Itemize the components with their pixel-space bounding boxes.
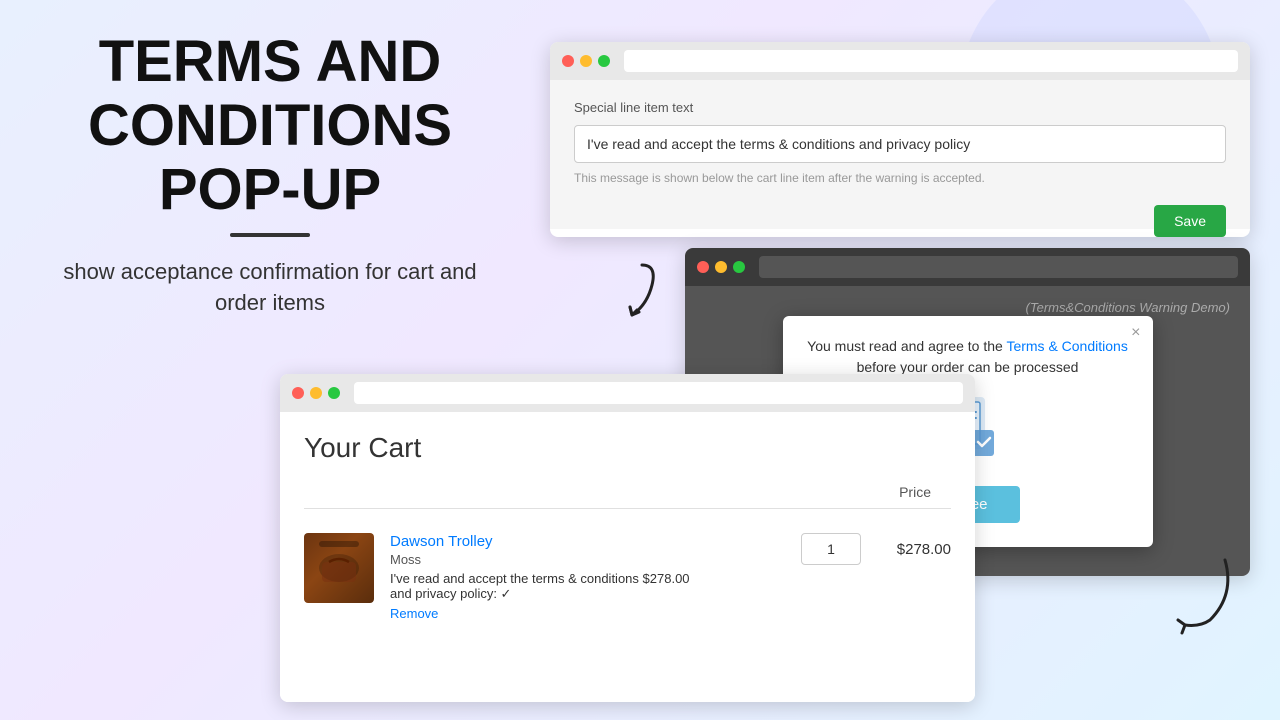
cart-header-row: Price — [304, 484, 951, 509]
line-item-text: I've read and accept the terms & conditi… — [390, 571, 639, 586]
price-column-header: Price — [899, 484, 931, 500]
dot-green-settings[interactable] — [598, 55, 610, 67]
settings-address-bar[interactable] — [624, 50, 1238, 72]
dot-yellow-popup[interactable] — [715, 261, 727, 273]
cart-title: Your Cart — [304, 432, 951, 464]
title-line1: TERMS AND — [99, 29, 442, 94]
modal-close-button[interactable]: × — [1131, 324, 1140, 342]
product-line-item-text: I've read and accept the terms & conditi… — [390, 571, 785, 602]
line-item-suffix: and privacy policy: ✓ — [390, 586, 511, 601]
settings-hint-text: This message is shown below the cart lin… — [574, 171, 1226, 185]
settings-line-item-input[interactable] — [574, 125, 1226, 163]
quantity-input[interactable] — [801, 533, 861, 565]
product-name: Dawson Trolley — [390, 533, 785, 550]
product-info: Dawson Trolley Moss I've read and accept… — [390, 533, 785, 621]
item-price: $278.00 — [881, 541, 951, 558]
bag-strap — [319, 541, 359, 547]
main-title: TERMS AND CONDITIONS POP-UP — [40, 30, 500, 221]
dot-green-cart[interactable] — [328, 387, 340, 399]
settings-content: Special line item text This message is s… — [550, 80, 1250, 229]
settings-browser-window: Special line item text This message is s… — [550, 42, 1250, 237]
dot-yellow-settings[interactable] — [580, 55, 592, 67]
title-underline — [230, 233, 310, 237]
left-panel: TERMS AND CONDITIONS POP-UP show accepta… — [40, 30, 500, 319]
terms-conditions-link[interactable]: Terms & Conditions — [1006, 338, 1127, 354]
settings-browser-bar — [550, 42, 1250, 80]
modal-message: You must read and agree to the Terms & C… — [807, 336, 1129, 378]
product-variant: Moss — [390, 552, 785, 567]
curl-arrow-icon — [592, 255, 662, 340]
cart-browser-window: Your Cart Price Dawson Trolley Moss — [280, 374, 975, 702]
subtitle: show acceptance confirmation for cart an… — [40, 257, 500, 319]
cart-content: Your Cart Price Dawson Trolley Moss — [280, 412, 975, 702]
dot-red-cart[interactable] — [292, 387, 304, 399]
demo-label: (Terms&Conditions Warning Demo) — [1026, 300, 1230, 315]
popup-browser-bar — [685, 248, 1250, 286]
cart-browser-bar — [280, 374, 975, 412]
remove-link[interactable]: Remove — [390, 606, 785, 621]
product-image — [304, 533, 374, 603]
save-button[interactable]: Save — [1154, 205, 1226, 237]
dot-red-popup[interactable] — [697, 261, 709, 273]
title-line3: POP-UP — [159, 157, 381, 222]
dot-yellow-cart[interactable] — [310, 387, 322, 399]
modal-text-prefix: You must read and agree to the — [807, 338, 1006, 354]
dot-green-popup[interactable] — [733, 261, 745, 273]
dot-red-settings[interactable] — [562, 55, 574, 67]
modal-text-suffix: before your order can be processed — [857, 359, 1079, 375]
title-line2: CONDITIONS — [88, 93, 452, 158]
cart-address-bar[interactable] — [354, 382, 963, 404]
bottom-arrow-icon — [1160, 545, 1240, 640]
line-item-price: $278.00 — [643, 571, 690, 586]
bag-image — [304, 533, 374, 603]
price-col: $278.00 — [801, 533, 951, 565]
settings-section-label: Special line item text — [574, 100, 1226, 115]
cart-item: Dawson Trolley Moss I've read and accept… — [304, 521, 951, 633]
popup-address-bar[interactable] — [759, 256, 1238, 278]
